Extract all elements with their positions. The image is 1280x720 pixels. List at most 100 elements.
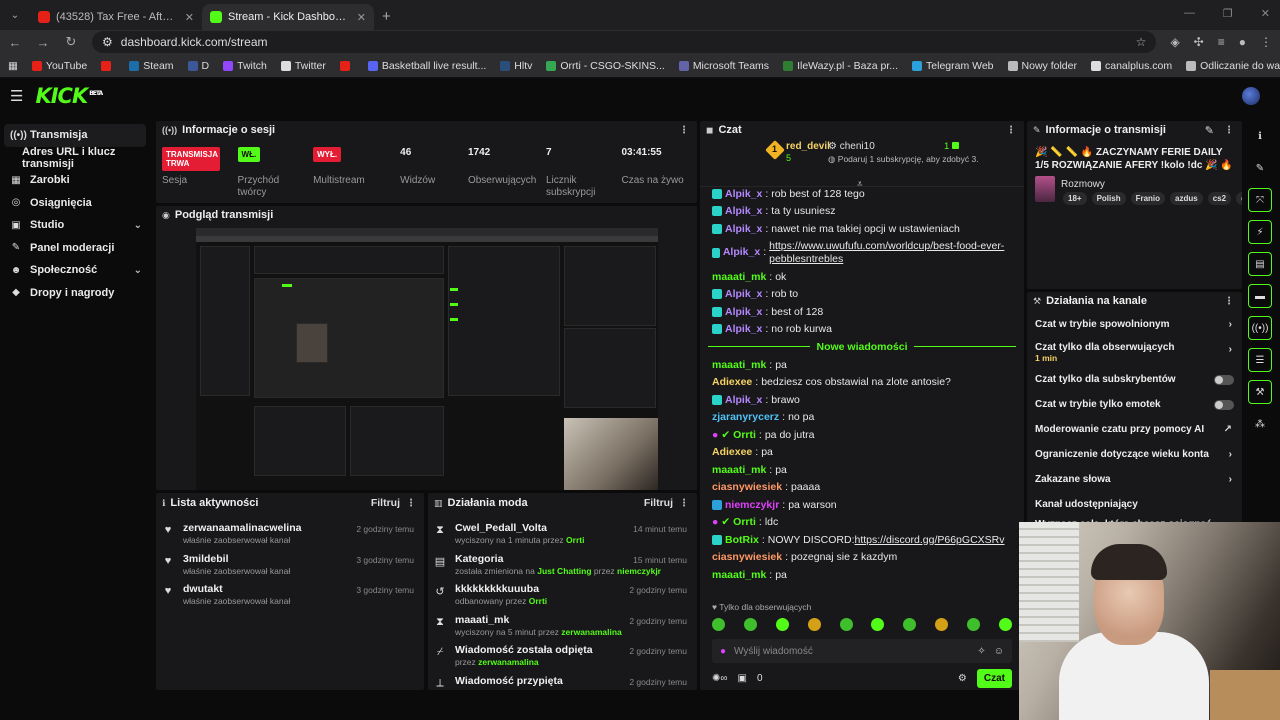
sidebar-item-0[interactable]: ((•)) Transmisja — [4, 124, 146, 147]
bookmark-item[interactable]: Telegram Web — [912, 60, 994, 72]
profile-icon[interactable]: ● — [1239, 35, 1246, 49]
bookmark-item[interactable]: Twitch — [223, 60, 267, 72]
sidebar-item-3[interactable]: ◎ Osiągnięcia — [0, 192, 150, 215]
category-name[interactable]: Rozmowy — [1061, 179, 1105, 190]
emote-icon[interactable] — [935, 618, 949, 631]
channel-action-item[interactable]: Ograniczenie dotyczące wieku konta › — [1027, 442, 1242, 467]
chevron-down-icon[interactable]: ⌄ — [134, 220, 142, 231]
category-thumbnail[interactable] — [1035, 176, 1055, 202]
more-options-icon[interactable]: ⋮ — [1006, 125, 1016, 136]
sidebar-item-7[interactable]: ◆ Dropy i nagrody — [0, 282, 150, 305]
chat-message[interactable]: Alpik_x: brawo — [700, 391, 1024, 409]
back-icon[interactable]: ← — [8, 35, 22, 50]
chat-username[interactable]: maaati_mk — [712, 464, 766, 476]
chevron-down-icon[interactable]: ⌄ — [134, 265, 142, 276]
top-gifter-name[interactable]: red_devil — [786, 141, 830, 152]
bookmark-item[interactable]: IleWazy.pl - Baza pr... — [783, 60, 898, 72]
chat-username[interactable]: Alpik_x — [725, 306, 762, 318]
hamburger-menu-icon[interactable]: ☰ — [10, 87, 23, 105]
chat-send-button[interactable]: Czat — [976, 669, 1012, 688]
edit-icon[interactable]: ✎ — [1248, 156, 1272, 180]
menu-icon[interactable]: ⋮ — [1260, 35, 1272, 49]
browser-tab-youtube[interactable]: (43528) Tax Free - After (prod. C ✕ — [30, 4, 202, 30]
channel-action-item[interactable]: Czat w trybie spowolnionym › — [1027, 312, 1242, 337]
stream-tag[interactable]: dzino — [1236, 192, 1242, 205]
channel-points-icon[interactable]: ✺∞ — [712, 673, 728, 684]
list-item[interactable]: ♥ dwutakt właśnie zaobserwował kanał 3 godz… — [156, 582, 424, 613]
chat-username[interactable]: Adiexee — [712, 446, 752, 458]
bookmark-item[interactable]: Hltv — [500, 60, 532, 72]
chat-username[interactable]: Orrti — [733, 516, 756, 528]
stream-tag[interactable]: azdus — [1170, 192, 1203, 205]
stream-tag[interactable]: Franio — [1130, 192, 1166, 205]
browser-tab-kick[interactable]: Stream - Kick Dashboard ✕ — [202, 4, 374, 30]
chat-message[interactable]: Alpik_x: rob to — [700, 285, 1024, 303]
extension-icon[interactable]: ◈ — [1170, 35, 1179, 49]
more-options-icon[interactable]: ⋮ — [1224, 125, 1234, 136]
chat-bubble-icon[interactable]: ▬ — [1248, 284, 1272, 308]
chat-message[interactable]: Adiexee: bedziesz cos obstawial na zlote … — [700, 373, 1024, 391]
emote-icon[interactable] — [743, 618, 757, 631]
bookmark-item[interactable]: canalplus.com — [1090, 60, 1172, 72]
bookmark-item[interactable]: Microsoft Teams — [678, 60, 769, 72]
document-icon[interactable]: ▤ — [1248, 252, 1272, 276]
more-options-icon[interactable]: ⋮ — [679, 498, 689, 509]
chat-message[interactable]: maaati_mk: pa — [700, 356, 1024, 374]
translate-icon[interactable]: ✧ — [977, 646, 985, 657]
bookmark-item[interactable]: Odliczanie do waka... — [1186, 60, 1280, 72]
channel-action-item[interactable]: Kanał udostępniający — [1027, 492, 1242, 517]
list-item[interactable]: ↺ kkkkkkkkkuuuba odbanowany przez Orrti 2 g… — [428, 582, 697, 613]
chat-link[interactable]: https://www.uwufufu.com/worldcup/best-fo… — [769, 240, 1012, 266]
media-icon[interactable]: ≡ — [1218, 35, 1225, 49]
sidebar-item-4[interactable]: ▣ Studio ⌄ — [0, 214, 150, 237]
channel-action-item[interactable]: Czat w trybie tylko emotek — [1027, 392, 1242, 417]
chat-username[interactable]: Alpik_x — [723, 246, 760, 259]
bookmark-star-icon[interactable]: ☆ — [1136, 35, 1147, 49]
fullscreen-icon[interactable]: ⤧ — [1248, 188, 1272, 212]
chat-message[interactable]: zjaranyrycerz: no pa — [700, 408, 1024, 426]
chat-message[interactable]: ● ✔ Orrti: ldc — [700, 513, 1024, 531]
chat-username[interactable]: niemczykjr — [725, 499, 779, 511]
site-info-icon[interactable]: ⚙ — [102, 35, 113, 49]
close-tab-icon[interactable]: ✕ — [185, 11, 194, 24]
emote-icon[interactable] — [871, 618, 885, 631]
chat-username[interactable]: Alpik_x — [725, 188, 762, 200]
stream-tag[interactable]: 18+ — [1063, 192, 1087, 205]
url-bar[interactable]: ⚙ dashboard.kick.com/stream ☆ — [92, 31, 1157, 53]
chevron-right-icon[interactable]: › — [1229, 449, 1232, 460]
bookmark-item[interactable]: YouTube — [31, 60, 87, 72]
maximize-icon[interactable]: ❐ — [1223, 7, 1233, 20]
wrench-icon[interactable]: ⚒ — [1248, 380, 1272, 404]
new-tab-icon[interactable]: + — [382, 8, 391, 25]
stream-tag[interactable]: cs2 — [1207, 192, 1232, 205]
bookmark-item[interactable]: D — [187, 60, 209, 72]
sidebar-item-2[interactable]: ▦ Zarobki — [0, 169, 150, 192]
emoji-icon[interactable]: ☺ — [994, 646, 1004, 657]
emote-icon[interactable] — [775, 618, 789, 631]
chevron-right-icon[interactable]: › — [1229, 344, 1232, 355]
group-icon[interactable]: ⁂ — [1248, 412, 1272, 436]
more-options-icon[interactable]: ⋮ — [679, 125, 689, 136]
bookmark-item[interactable]: Nowy folder — [1007, 60, 1077, 72]
more-options-icon[interactable]: ⋮ — [1224, 296, 1234, 307]
list-item[interactable]: ⧗ Cwel_Pedall_Volta wyciszony na 1 minuta … — [428, 521, 697, 552]
emote-icon[interactable] — [967, 618, 980, 631]
chat-message[interactable]: Alpik_x: https://www.uwufufu.com/worldcup… — [700, 238, 1024, 268]
kick-logo[interactable]: KICK BETA — [35, 84, 103, 108]
chat-message[interactable]: maaati_mk: pa — [700, 566, 1024, 584]
chat-message[interactable]: ciasnywiesiek: paaaa — [700, 478, 1024, 496]
top-sub[interactable]: ⚙ cheni10 — [828, 141, 875, 152]
chat-username[interactable]: Alpik_x — [725, 205, 762, 217]
list-item[interactable]: ⟂ Wiadomość przypięta 2 godziny temu — [428, 674, 697, 691]
reload-icon[interactable]: ↻ — [64, 34, 78, 50]
chat-link[interactable]: https://discord.gg/P66pGCXSRv — [855, 534, 1005, 546]
channel-action-item[interactable]: Czat tylko dla subskrybentów — [1027, 367, 1242, 392]
bookmark-item[interactable] — [339, 60, 354, 71]
toggle-switch[interactable] — [1214, 399, 1234, 410]
list-item[interactable]: ▤ Kategoria została zmieniona na Just Chat… — [428, 552, 697, 583]
list-item[interactable]: ♥ zerwanaamalinacwelina właśnie zaobserwow… — [156, 521, 424, 552]
sidebar-item-1[interactable]: Adres URL i klucz transmisji — [0, 146, 150, 170]
lightning-icon[interactable]: ⚡ — [1248, 220, 1272, 244]
chat-username[interactable]: ciasnywiesiek — [712, 551, 782, 563]
filter-button[interactable]: Filtruj — [371, 497, 400, 509]
